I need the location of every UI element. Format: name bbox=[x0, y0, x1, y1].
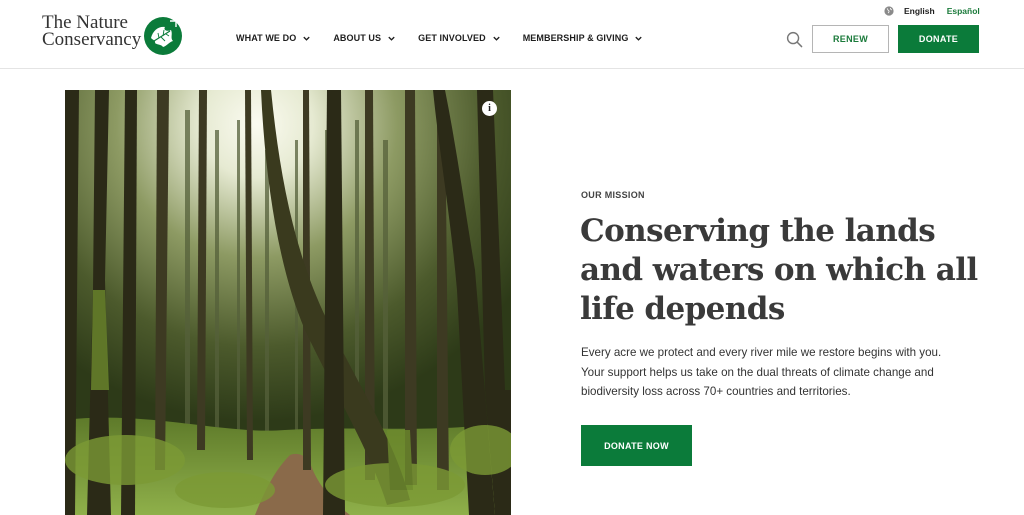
logo[interactable]: The Nature Conservancy bbox=[42, 13, 184, 58]
nav-about-us[interactable]: ABOUT US bbox=[333, 33, 396, 43]
nav-label: ABOUT US bbox=[333, 33, 382, 43]
globe-icon bbox=[884, 6, 894, 16]
logo-line-2: Conservancy bbox=[42, 29, 142, 50]
chevron-down-icon bbox=[303, 36, 311, 41]
search-icon[interactable] bbox=[786, 31, 803, 48]
mission-eyebrow: OUR MISSION bbox=[581, 190, 645, 200]
oak-leaf-icon bbox=[144, 17, 182, 55]
info-icon[interactable]: i bbox=[482, 101, 497, 116]
hero-image: i bbox=[65, 90, 511, 515]
forest-image bbox=[65, 90, 511, 515]
language-espanol[interactable]: Español bbox=[947, 6, 980, 16]
donate-now-button[interactable]: DONATE NOW bbox=[581, 425, 692, 466]
renew-button[interactable]: RENEW bbox=[812, 25, 889, 53]
nav-label: MEMBERSHIP & GIVING bbox=[522, 33, 629, 43]
logo-wordmark: The Nature Conservancy bbox=[42, 13, 142, 50]
language-english[interactable]: English bbox=[904, 6, 935, 16]
nav-get-involved[interactable]: GET INVOLVED bbox=[418, 33, 501, 43]
mission-headline: Conserving the lands and waters on which… bbox=[580, 213, 978, 327]
main-nav: WHAT WE DO ABOUT US GET INVOLVED MEMBERS… bbox=[236, 33, 665, 43]
site-header: The Nature Conservancy WHAT WE DO ABOUT … bbox=[0, 0, 1024, 69]
nav-label: WHAT WE DO bbox=[236, 33, 297, 43]
chevron-down-icon bbox=[635, 36, 643, 41]
nav-membership-giving[interactable]: MEMBERSHIP & GIVING bbox=[523, 33, 644, 43]
language-switcher: English Español bbox=[884, 6, 980, 16]
mission-body: Every acre we protect and every river mi… bbox=[581, 346, 942, 398]
donate-button[interactable]: DONATE bbox=[898, 25, 979, 53]
chevron-down-icon bbox=[388, 36, 395, 41]
chevron-down-icon bbox=[493, 36, 500, 41]
nav-label: GET INVOLVED bbox=[418, 33, 486, 43]
nav-what-we-do[interactable]: WHAT WE DO bbox=[236, 33, 311, 43]
